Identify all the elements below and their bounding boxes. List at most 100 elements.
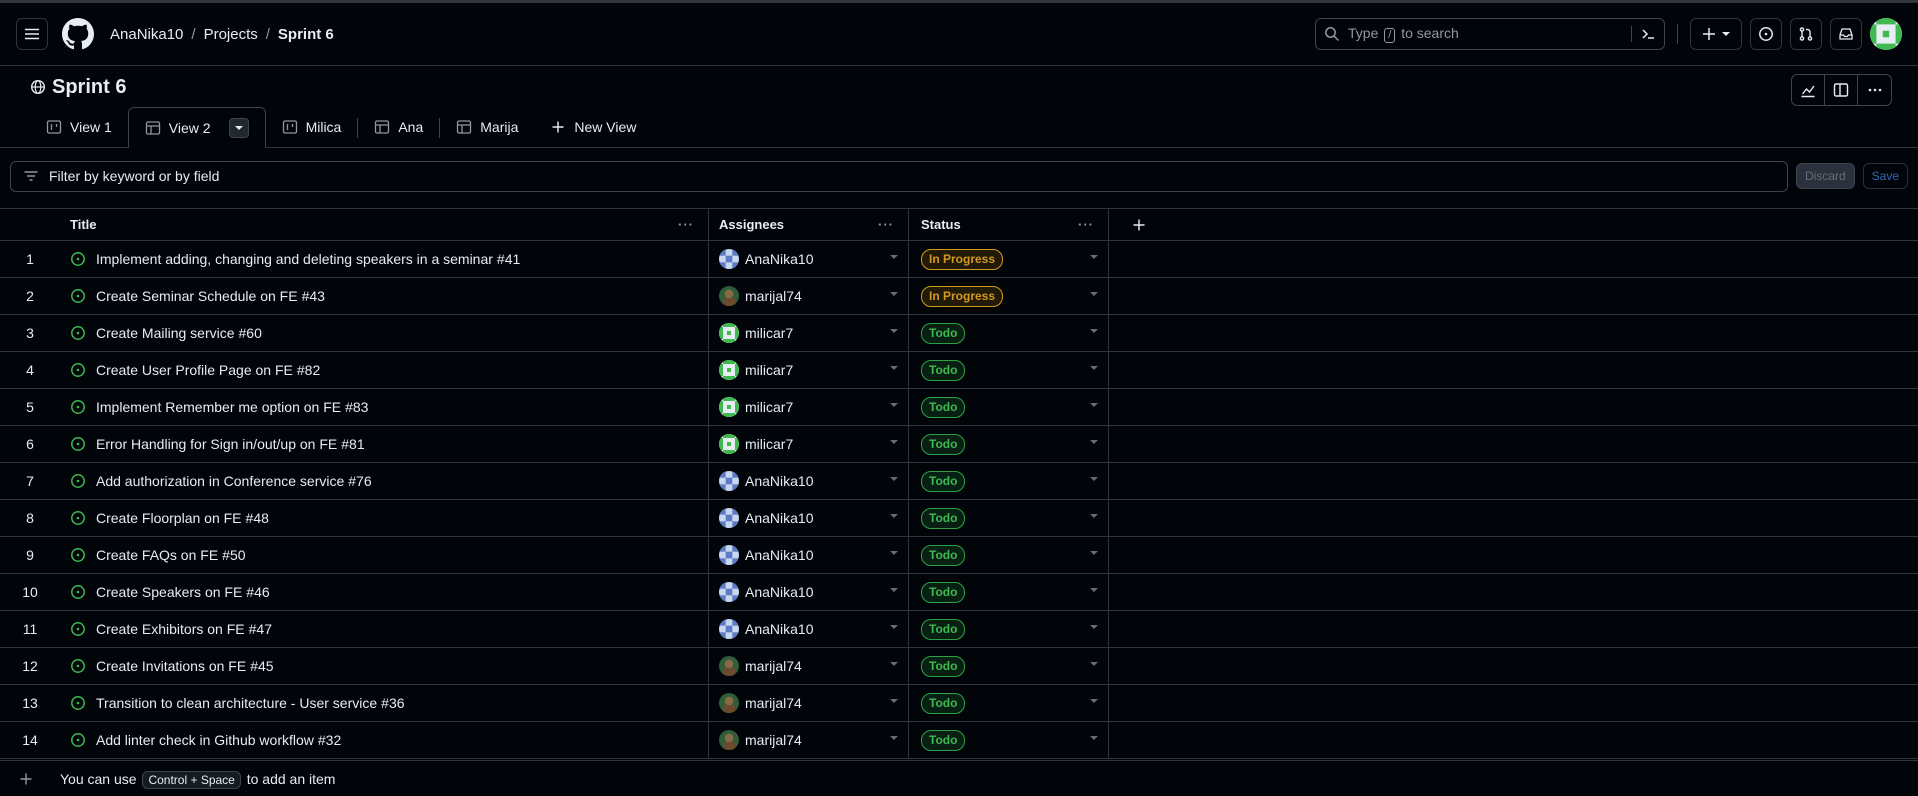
status-cell[interactable]: Todo (909, 426, 1109, 462)
assignee-cell[interactable]: milicar7 (709, 315, 909, 351)
new-view-button[interactable]: New View (534, 107, 652, 147)
chevron-down-icon[interactable] (890, 699, 898, 703)
chevron-down-icon[interactable] (1090, 477, 1098, 481)
column-header-assignees[interactable]: Assignees ··· (709, 209, 909, 240)
title-cell[interactable]: Create Mailing service #60 (60, 315, 709, 351)
title-cell[interactable]: Error Handling for Sign in/out/up on FE #… (60, 426, 709, 462)
discard-button[interactable]: Discard (1795, 163, 1855, 189)
status-cell[interactable]: Todo (909, 611, 1109, 647)
table-row[interactable]: 13 Transition to clean architecture - Use… (0, 685, 1918, 722)
chevron-down-icon[interactable] (1090, 662, 1098, 666)
assignee-cell[interactable]: marijal74 (709, 722, 909, 758)
chevron-down-icon[interactable] (1090, 329, 1098, 333)
status-cell[interactable]: In Progress (909, 278, 1109, 314)
title-cell[interactable]: Create Floorplan on FE #48 (60, 500, 709, 536)
title-cell[interactable]: Create Seminar Schedule on FE #43 (60, 278, 709, 314)
row-number[interactable]: 12 (0, 648, 60, 684)
row-number[interactable]: 4 (0, 352, 60, 388)
add-item-row[interactable]: You can use Control + Space to add an it… (0, 760, 1918, 796)
assignee-cell[interactable]: AnaNika10 (709, 241, 909, 277)
pull-requests-button[interactable] (1790, 18, 1822, 50)
assignee-cell[interactable]: AnaNika10 (709, 611, 909, 647)
table-row[interactable]: 10 Create Speakers on FE #46 AnaNika10 Todo (0, 574, 1918, 611)
title-cell[interactable]: Create Exhibitors on FE #47 (60, 611, 709, 647)
issue-title-link[interactable]: Create FAQs on FE #50 (96, 547, 246, 563)
chevron-down-icon[interactable] (890, 292, 898, 296)
assignee-cell[interactable]: marijal74 (709, 685, 909, 721)
status-cell[interactable]: Todo (909, 463, 1109, 499)
status-cell[interactable]: In Progress (909, 241, 1109, 277)
issue-title-link[interactable]: Error Handling for Sign in/out/up on FE #… (96, 436, 365, 452)
title-cell[interactable]: Create User Profile Page on FE #82 (60, 352, 709, 388)
chevron-down-icon[interactable] (1090, 440, 1098, 444)
status-cell[interactable]: Todo (909, 574, 1109, 610)
status-cell[interactable]: Todo (909, 685, 1109, 721)
chevron-down-icon[interactable] (1090, 551, 1098, 555)
column-header-title[interactable]: Title ··· (60, 209, 709, 240)
status-cell[interactable]: Todo (909, 352, 1109, 388)
issue-title-link[interactable]: Create Floorplan on FE #48 (96, 510, 269, 526)
github-logo-icon[interactable] (62, 18, 94, 50)
more-options-button[interactable] (1858, 75, 1891, 105)
status-cell[interactable]: Todo (909, 315, 1109, 351)
assignee-cell[interactable]: marijal74 (709, 278, 909, 314)
chevron-down-icon[interactable] (890, 588, 898, 592)
table-row[interactable]: 7 Add authorization in Conference service… (0, 463, 1918, 500)
row-number[interactable]: 5 (0, 389, 60, 425)
add-field-button[interactable] (1109, 209, 1169, 240)
issue-title-link[interactable]: Add linter check in Github workflow #32 (96, 732, 341, 748)
chevron-down-icon[interactable] (1090, 699, 1098, 703)
chevron-down-icon[interactable] (1090, 403, 1098, 407)
issue-title-link[interactable]: Implement Remember me option on FE #83 (96, 399, 368, 415)
tab-marija[interactable]: Marija (440, 107, 534, 147)
hamburger-menu-button[interactable] (16, 18, 48, 50)
column-options-icon[interactable]: ··· (878, 217, 894, 232)
issue-title-link[interactable]: Create Invitations on FE #45 (96, 658, 274, 674)
column-header-status[interactable]: Status ··· (909, 209, 1109, 240)
chevron-down-icon[interactable] (1090, 255, 1098, 259)
chevron-down-icon[interactable] (890, 329, 898, 333)
title-cell[interactable]: Implement Remember me option on FE #83 (60, 389, 709, 425)
chevron-down-icon[interactable] (890, 440, 898, 444)
table-row[interactable]: 4 Create User Profile Page on FE #82 milica… (0, 352, 1918, 389)
status-cell[interactable]: Todo (909, 722, 1109, 758)
row-number[interactable]: 9 (0, 537, 60, 573)
row-number[interactable]: 1 (0, 241, 60, 277)
chevron-down-icon[interactable] (1090, 625, 1098, 629)
assignee-cell[interactable]: AnaNika10 (709, 537, 909, 573)
issue-title-link[interactable]: Transition to clean architecture - User … (96, 695, 405, 711)
issue-title-link[interactable]: Create Speakers on FE #46 (96, 584, 270, 600)
chevron-down-icon[interactable] (1090, 736, 1098, 740)
issue-title-link[interactable]: Create Mailing service #60 (96, 325, 262, 341)
chevron-down-icon[interactable] (1090, 366, 1098, 370)
assignee-cell[interactable]: milicar7 (709, 389, 909, 425)
issue-title-link[interactable]: Create Exhibitors on FE #47 (96, 621, 272, 637)
table-row[interactable]: 8 Create Floorplan on FE #48 AnaNika10 Todo (0, 500, 1918, 537)
row-number[interactable]: 3 (0, 315, 60, 351)
row-number[interactable]: 8 (0, 500, 60, 536)
status-cell[interactable]: Todo (909, 648, 1109, 684)
assignee-cell[interactable]: AnaNika10 (709, 500, 909, 536)
save-button[interactable]: Save (1862, 163, 1908, 189)
title-cell[interactable]: Add linter check in Github workflow #32 (60, 722, 709, 758)
status-cell[interactable]: Todo (909, 389, 1109, 425)
insights-button[interactable] (1792, 75, 1825, 105)
chevron-down-icon[interactable] (890, 477, 898, 481)
side-panel-button[interactable] (1825, 75, 1858, 105)
breadcrumb-projects[interactable]: Projects (204, 26, 258, 43)
column-options-icon[interactable]: ··· (678, 217, 694, 232)
title-cell[interactable]: Add authorization in Conference service #… (60, 463, 709, 499)
chevron-down-icon[interactable] (890, 255, 898, 259)
title-cell[interactable]: Transition to clean architecture - User … (60, 685, 709, 721)
table-row[interactable]: 11 Create Exhibitors on FE #47 AnaNika10 Tod… (0, 611, 1918, 648)
chevron-down-icon[interactable] (1090, 292, 1098, 296)
issues-button[interactable] (1750, 18, 1782, 50)
row-number[interactable]: 13 (0, 685, 60, 721)
chevron-down-icon[interactable] (890, 736, 898, 740)
assignee-cell[interactable]: AnaNika10 (709, 463, 909, 499)
chevron-down-icon[interactable] (890, 366, 898, 370)
table-row[interactable]: 6 Error Handling for Sign in/out/up on FE… (0, 426, 1918, 463)
row-number[interactable]: 6 (0, 426, 60, 462)
column-options-icon[interactable]: ··· (1078, 217, 1094, 232)
assignee-cell[interactable]: milicar7 (709, 426, 909, 462)
